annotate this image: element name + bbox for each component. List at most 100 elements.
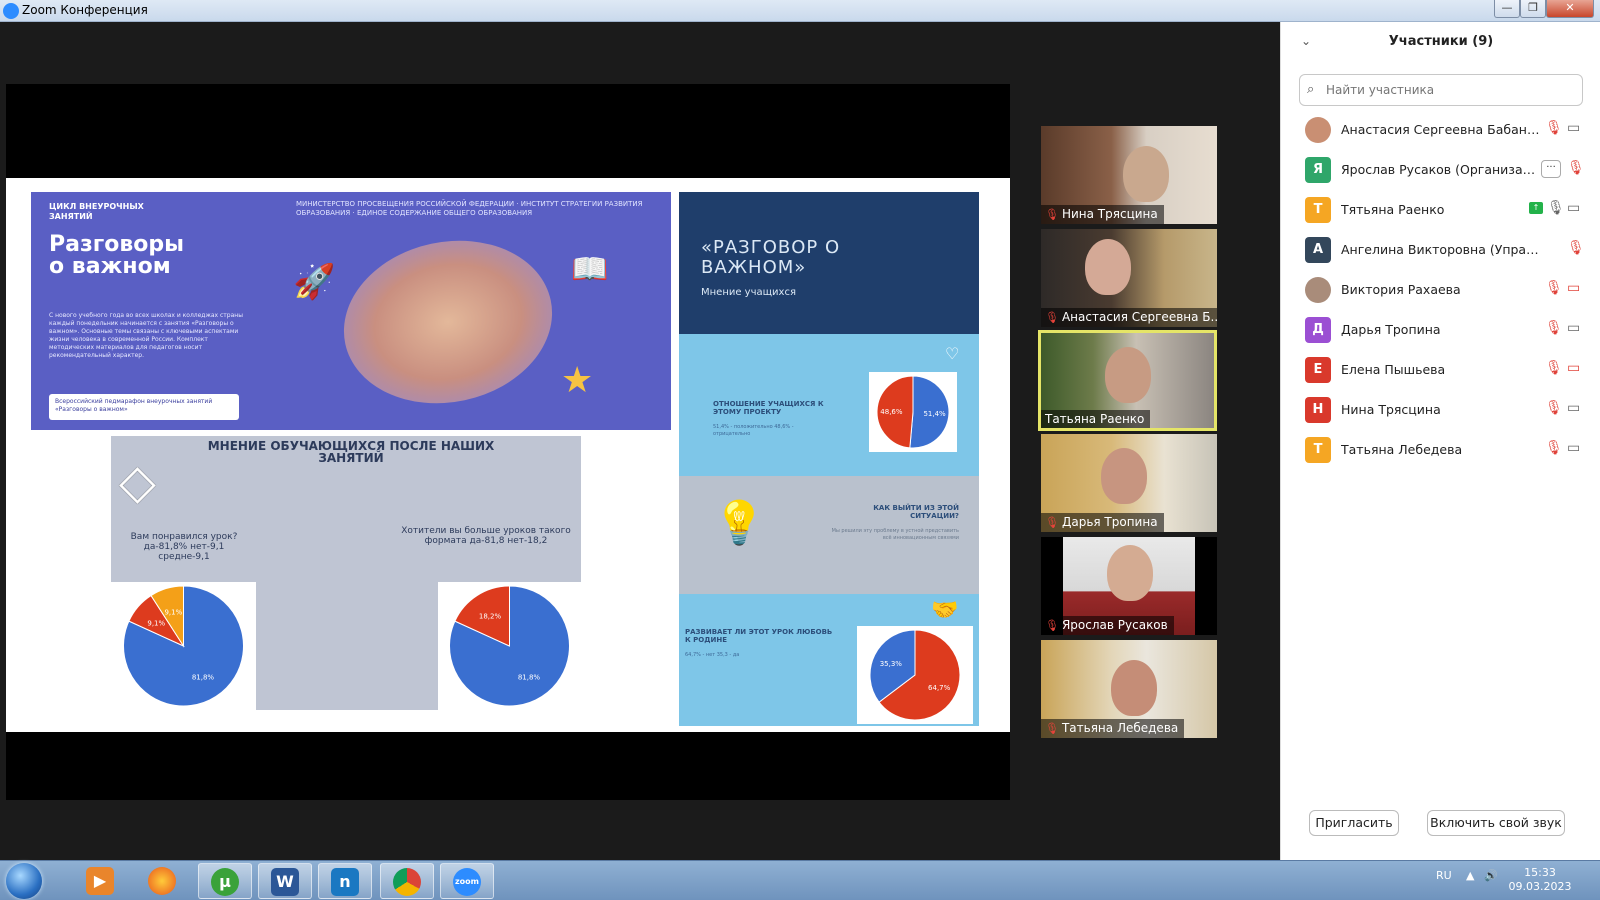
patriotism-label: РАЗВИВАЕТ ЛИ ЭТОТ УРОК ЛЮБОВЬ К РОДИНЕ <box>685 628 833 644</box>
camera-off-icon[interactable]: ▭ <box>1567 280 1580 296</box>
avatar: Я <box>1305 157 1331 183</box>
infographic-section-attitude: ОТНОШЕНИЕ УЧАЩИХСЯ К ЭТОМУ ПРОЕКТУ 51,4%… <box>679 338 979 470</box>
taskbar-notepad[interactable]: n <box>318 863 372 899</box>
avatar: Т <box>1305 197 1331 223</box>
video-tile[interactable]: 🎙 Ярослав Русаков <box>1041 537 1217 635</box>
utorrent-icon: µ <box>211 868 239 896</box>
infographic-header: «РАЗГОВОР О ВАЖНОМ» Мнение учащихся <box>679 192 979 334</box>
participant-row[interactable]: Анастасия Сергеевна Бабан... (Я) 🎙 ▭ <box>1281 110 1600 150</box>
invite-button[interactable]: Пригласить <box>1309 810 1399 836</box>
star-icon: ★ <box>561 360 594 401</box>
pie-label: 9,1% <box>164 608 182 616</box>
gray-spacer <box>256 582 438 710</box>
video-tile[interactable]: 🎙 Татьяна Лебедева <box>1041 640 1217 738</box>
mic-off-icon[interactable]: 🎙 <box>1545 320 1563 336</box>
language-indicator[interactable]: RU <box>1436 869 1452 882</box>
window-titlebar: Zoom Конференция — ❐ ✕ <box>0 0 1600 22</box>
video-name-text: Ярослав Русаков <box>1061 618 1168 632</box>
participant-row[interactable]: А Ангелина Викторовна (Управление ... 🎙 <box>1281 230 1600 270</box>
poster-small-title: ЦИКЛ ВНЕУРОЧНЫХ ЗАНЯТИЙ <box>49 202 144 221</box>
mic-off-icon[interactable]: 🎙 <box>1545 360 1563 376</box>
mic-on-icon[interactable]: 🎙 <box>1547 200 1565 216</box>
taskbar-utorrent[interactable]: µ <box>198 863 252 899</box>
mic-off-icon: 🎙 <box>1045 516 1059 529</box>
poster-body: С нового учебного года во всех школах и … <box>49 312 243 359</box>
opinion-heading: МНЕНИЕ ОБУЧАЮЩИХСЯ ПОСЛЕ НАШИХ ЗАНЯТИЙ <box>207 439 495 465</box>
video-tile-active-speaker[interactable]: Татьяна Раенко <box>1038 330 1217 431</box>
camera-icon[interactable]: ▭ <box>1567 400 1580 416</box>
camera-icon[interactable]: ▭ <box>1567 120 1580 136</box>
opinion-block: МНЕНИЕ ОБУЧАЮЩИХСЯ ПОСЛЕ НАШИХ ЗАНЯТИЙ ◇… <box>111 436 581 582</box>
taskbar-zoom[interactable]: zoom <box>440 863 494 899</box>
pie-label: 81,8% <box>192 673 215 681</box>
pie-label: 51,4% <box>923 410 946 418</box>
participant-name: Ярослав Русаков (Организатор) <box>1341 162 1541 177</box>
pie-label: 64,7% <box>928 684 951 692</box>
mic-off-icon: 🎙 <box>1045 619 1059 632</box>
mic-off-icon[interactable]: 🎙 <box>1567 160 1585 176</box>
mic-off-icon[interactable]: 🎙 <box>1567 240 1585 256</box>
taskbar-chrome[interactable] <box>380 863 434 899</box>
participant-face <box>1085 239 1131 295</box>
participant-name: Дарья Тропина <box>1341 322 1441 337</box>
pie-label: 48,6% <box>880 408 903 416</box>
camera-off-icon[interactable]: ▭ <box>1567 360 1580 376</box>
pie-chart-attitude: 51,4% 48,6% <box>876 375 950 449</box>
video-name-text: Татьяна Лебедева <box>1061 721 1179 735</box>
participant-row[interactable]: Т Татьяна Лебедева 🎙 ▭ <box>1281 430 1600 470</box>
screen-share-view[interactable]: ЦИКЛ ВНЕУРОЧНЫХ ЗАНЯТИЙ МИНИСТЕРСТВО ПРО… <box>6 84 1010 800</box>
solution-label: КАК ВЫЙТИ ИЗ ЭТОЙ СИТУАЦИИ? <box>873 504 959 520</box>
video-tile[interactable]: 🎙 Дарья Тропина <box>1041 434 1217 532</box>
participant-name: Виктория Рахаева <box>1341 282 1461 297</box>
book-icon: 📖 <box>571 252 609 287</box>
zoom-logo-icon <box>3 3 19 19</box>
hand-heart-icon: ♡ <box>945 344 960 363</box>
participant-row[interactable]: Т Тятьяна Раенко ↑ 🎙 ▭ <box>1281 190 1600 230</box>
taskbar-media-player[interactable]: ▶ <box>74 863 128 899</box>
clock-time: 15:33 <box>1524 866 1556 879</box>
start-button[interactable] <box>6 863 42 899</box>
camera-icon[interactable]: ▭ <box>1567 200 1580 216</box>
attitude-sub: 51,4% - положительно 48,6% - отрицательн… <box>713 424 794 437</box>
participant-row[interactable]: Я Ярослав Русаков (Организатор) ··· 🎙 <box>1281 150 1600 190</box>
camera-icon[interactable]: ▭ <box>1567 440 1580 456</box>
participant-face <box>1107 545 1153 601</box>
solution-sub: Мы решили эту проблему в устной представ… <box>831 528 959 541</box>
participant-face <box>1123 146 1169 202</box>
clock[interactable]: 15:33 09.03.2023 <box>1500 866 1580 894</box>
unmute-button[interactable]: Включить свой звук <box>1427 810 1565 836</box>
video-tile[interactable]: 🎙 Нина Трясцина <box>1041 126 1217 224</box>
participant-row[interactable]: Виктория Рахаева 🎙 ▭ <box>1281 270 1600 310</box>
video-name-text: Дарья Тропина <box>1061 515 1158 529</box>
camera-icon[interactable]: ▭ <box>1567 320 1580 336</box>
taskbar-firefox[interactable] <box>136 863 190 899</box>
participant-row[interactable]: Н Нина Трясцина 🎙 ▭ <box>1281 390 1600 430</box>
poster-big-title: Разговоры о важном <box>49 232 185 279</box>
maximize-button[interactable]: ❐ <box>1520 0 1546 18</box>
pie-label: 35,3% <box>880 660 903 668</box>
minimize-button[interactable]: — <box>1494 0 1520 18</box>
taskbar-word[interactable]: W <box>258 863 312 899</box>
mic-off-icon: 🎙 <box>1045 208 1059 221</box>
participants-panel: ⌄ Участники (9) ⌕ Анастасия Сергеевна Ба… <box>1280 22 1600 860</box>
poster-razgovory: ЦИКЛ ВНЕУРОЧНЫХ ЗАНЯТИЙ МИНИСТЕРСТВО ПРО… <box>31 192 671 430</box>
infographic-section-solution: 💡 КАК ВЫЙТИ ИЗ ЭТОЙ СИТУАЦИИ? Мы решили … <box>679 476 979 594</box>
screen-share-icon: ↑ <box>1529 202 1543 214</box>
participant-row[interactable]: Е Елена Пышьева 🎙 ▭ <box>1281 350 1600 390</box>
more-options-button[interactable]: ··· <box>1541 160 1561 178</box>
presentation-slide: ЦИКЛ ВНЕУРОЧНЫХ ЗАНЯТИЙ МИНИСТЕРСТВО ПРО… <box>6 178 1010 732</box>
volume-icon[interactable]: 🔊 <box>1484 869 1498 882</box>
video-tile[interactable]: 🎙 Анастасия Сергеевна Б... <box>1041 229 1217 327</box>
mic-off-icon[interactable]: 🎙 <box>1545 400 1563 416</box>
infographic-section-patriotism: РАЗВИВАЕТ ЛИ ЭТОТ УРОК ЛЮБОВЬ К РОДИНЕ 6… <box>679 598 979 726</box>
participant-name: Татьяна Лебедева <box>1341 442 1463 457</box>
search-participant-input[interactable] <box>1299 74 1583 106</box>
close-button[interactable]: ✕ <box>1546 0 1594 18</box>
tray-arrow-icon[interactable]: ▲ <box>1466 869 1474 882</box>
mic-off-icon[interactable]: 🎙 <box>1545 280 1563 296</box>
patriotism-pie-box: 64,7% 35,3% <box>857 626 973 724</box>
participant-row[interactable]: Д Дарья Тропина 🎙 ▭ <box>1281 310 1600 350</box>
mic-off-icon[interactable]: 🎙 <box>1545 120 1563 136</box>
avatar: Е <box>1305 357 1331 383</box>
mic-off-icon[interactable]: 🎙 <box>1545 440 1563 456</box>
